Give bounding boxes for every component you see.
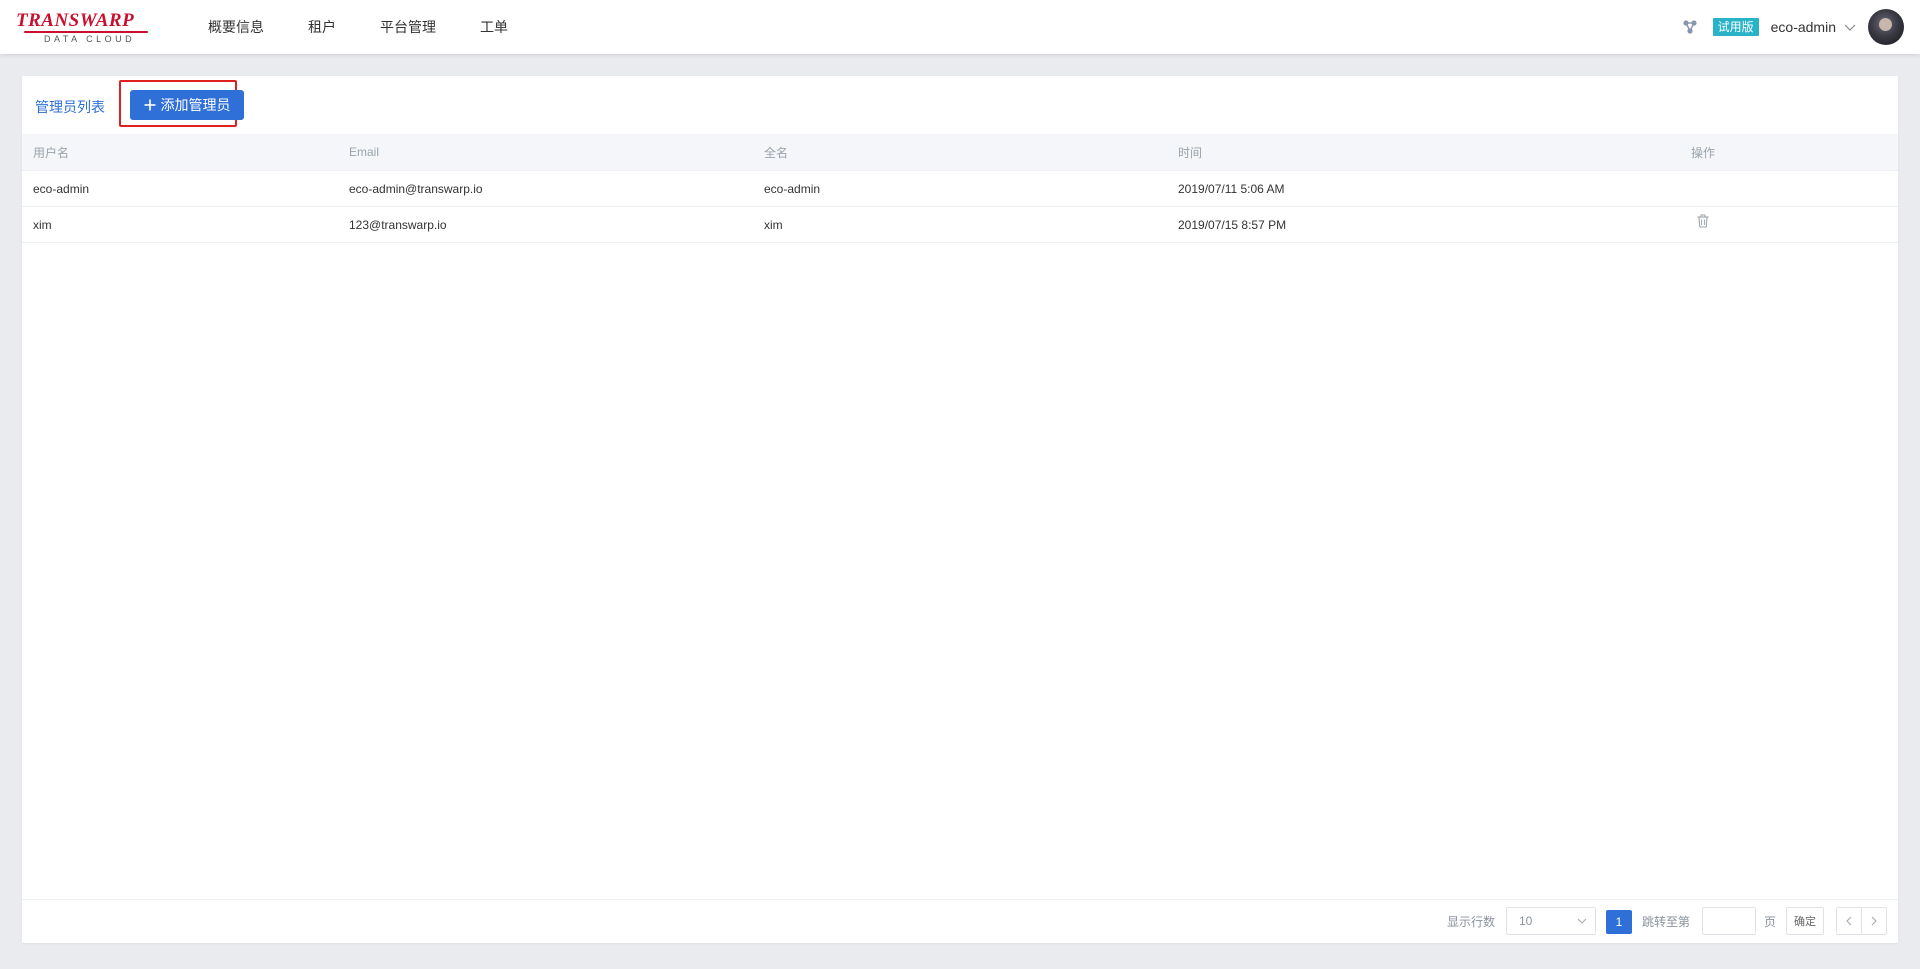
column-header-time: 时间 (1178, 145, 1203, 160)
cell-username: eco-admin (33, 181, 90, 196)
chevron-left-icon (1846, 916, 1852, 926)
header-tools: 试用版 eco-admin (1681, 0, 1904, 54)
chevron-down-icon (1577, 918, 1587, 924)
trial-badge: 试用版 (1712, 18, 1759, 36)
pagination: 显示行数 10 1 跳转至第 页 确定 (22, 899, 1898, 943)
rows-per-page-value: 10 (1519, 914, 1533, 928)
logo-subtitle: DATA CLOUD (44, 34, 136, 44)
avatar[interactable] (1868, 9, 1904, 45)
table-row: xim 123@transwarp.io xim 2019/07/15 8:57… (22, 207, 1898, 243)
transwarp-logo[interactable]: TRANSWARP DATA CLOUD (16, 10, 166, 46)
admin-list-panel: 管理员列表 添加管理员 用户名 Email 全名 时间 操作 eco-admin… (22, 76, 1898, 943)
nav-item-platform[interactable]: 平台管理 (358, 0, 458, 54)
rows-per-page-select[interactable]: 10 (1506, 907, 1596, 935)
prev-page-button[interactable] (1836, 907, 1862, 935)
logo-wordmark: TRANSWARP (16, 10, 135, 31)
chevron-down-icon[interactable] (1844, 21, 1856, 33)
cell-email: eco-admin@transwarp.io (349, 181, 483, 196)
cell-time: 2019/07/11 5:06 AM (1178, 181, 1285, 196)
jump-page-input[interactable] (1702, 907, 1756, 935)
plus-icon (144, 99, 155, 111)
table-header: 用户名 Email 全名 时间 操作 (22, 134, 1898, 171)
cell-fullname: xim (764, 217, 783, 232)
chevron-right-icon (1871, 916, 1877, 926)
trash-icon[interactable] (1696, 214, 1710, 228)
add-admin-button[interactable]: 添加管理员 (130, 90, 244, 120)
page-title: 管理员列表 (35, 99, 105, 115)
network-icon[interactable] (1681, 18, 1699, 36)
panel-header: 管理员列表 添加管理员 (22, 76, 1898, 134)
main-nav: 概要信息 租户 平台管理 工单 (186, 0, 530, 54)
table-row: eco-admin eco-admin@transwarp.io eco-adm… (22, 171, 1898, 207)
column-header-actions: 操作 (1691, 145, 1716, 160)
nav-item-overview[interactable]: 概要信息 (186, 0, 286, 54)
cell-fullname: eco-admin (764, 181, 821, 196)
top-bar: TRANSWARP DATA CLOUD 概要信息 租户 平台管理 工单 试用版… (0, 0, 1920, 54)
add-admin-label: 添加管理员 (160, 97, 231, 113)
rows-per-page-label: 显示行数 (1447, 915, 1496, 929)
column-header-fullname: 全名 (764, 145, 789, 160)
next-page-button[interactable] (1861, 907, 1887, 935)
cell-email: 123@transwarp.io (349, 217, 447, 232)
page-unit-label: 页 (1764, 915, 1777, 929)
cell-username: xim (33, 217, 52, 232)
column-header-username: 用户名 (33, 145, 70, 160)
nav-item-tenants[interactable]: 租户 (286, 0, 358, 54)
nav-item-tickets[interactable]: 工单 (458, 0, 530, 54)
cell-time: 2019/07/15 8:57 PM (1178, 217, 1287, 232)
page-button-current[interactable]: 1 (1606, 910, 1632, 934)
jump-to-label: 跳转至第 (1642, 915, 1691, 929)
jump-confirm-button[interactable]: 确定 (1786, 907, 1824, 935)
logo-swoosh (24, 31, 148, 33)
admin-table: 用户名 Email 全名 时间 操作 eco-admin eco-admin@t… (22, 134, 1898, 243)
user-name[interactable]: eco-admin (1771, 19, 1836, 35)
column-header-email: Email (349, 145, 380, 159)
